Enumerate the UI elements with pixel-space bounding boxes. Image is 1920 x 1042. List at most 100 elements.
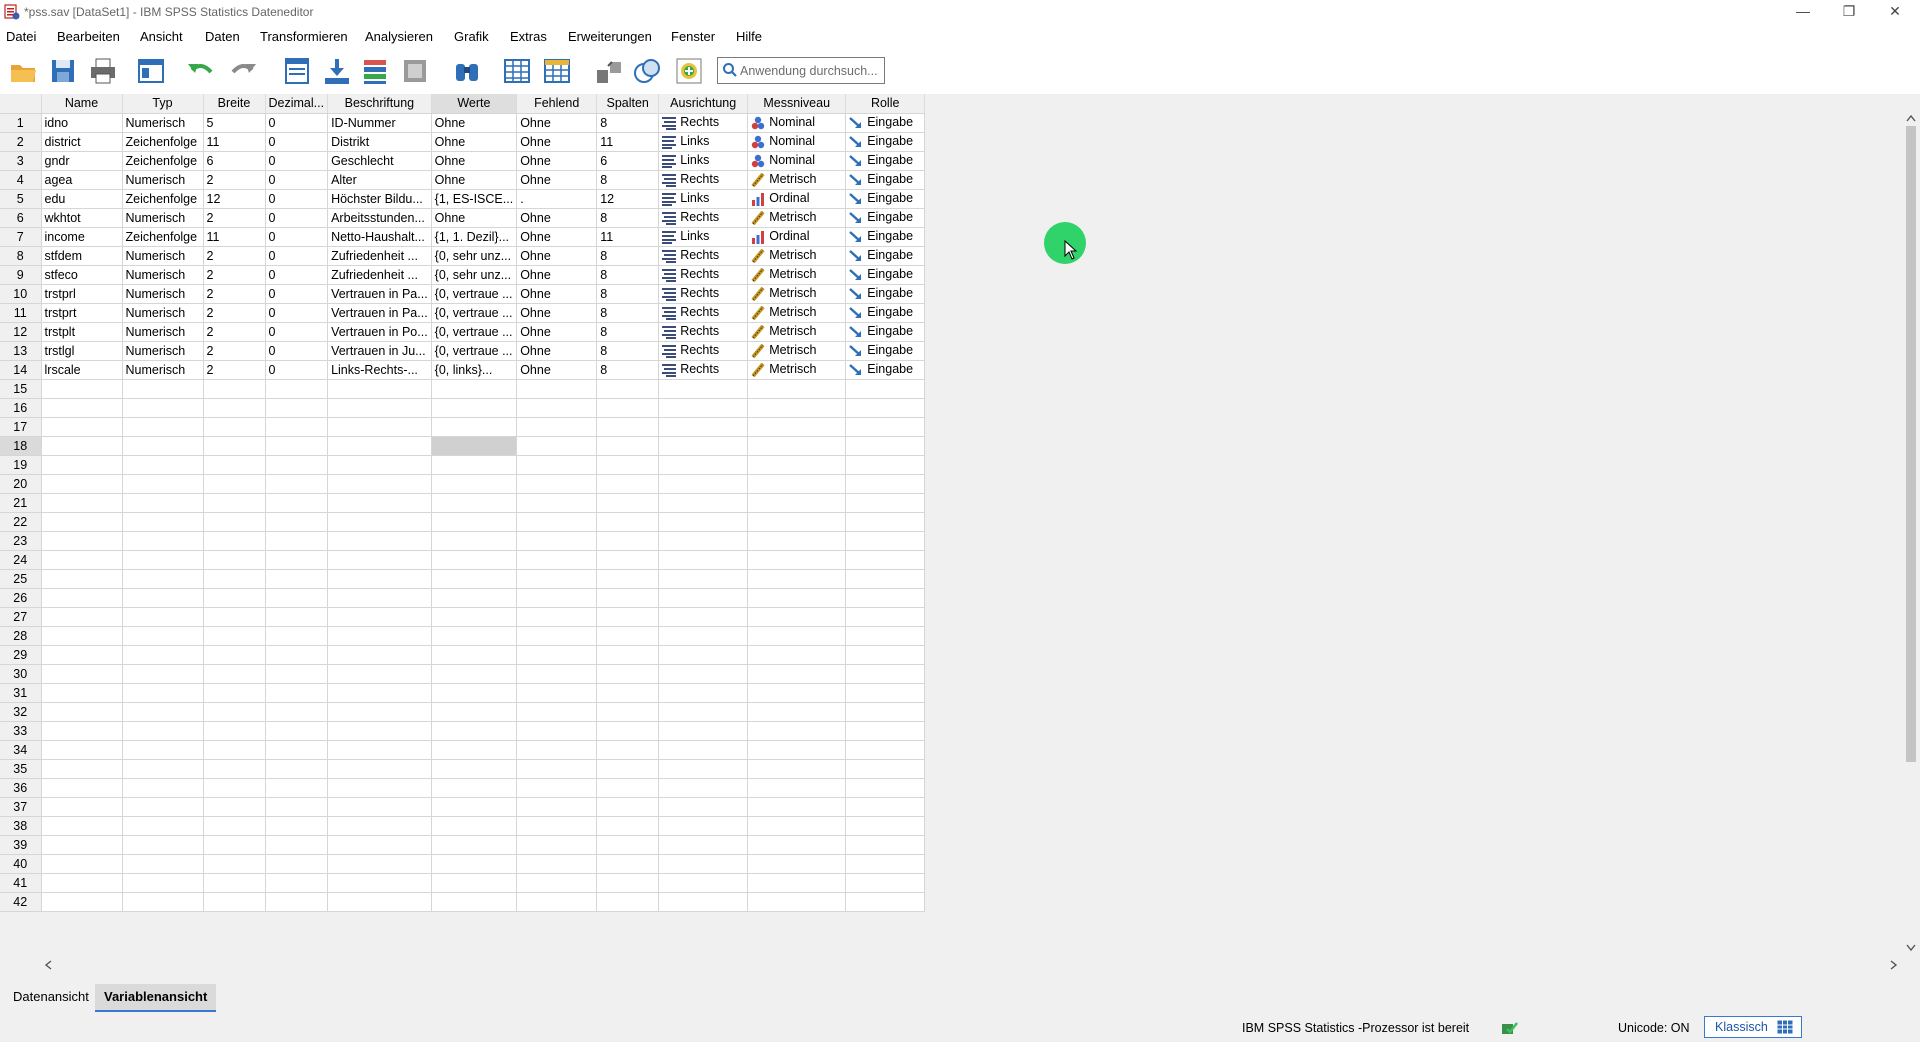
empty-cell[interactable] <box>431 892 518 912</box>
cell-dezimal[interactable]: 0 <box>265 265 329 285</box>
empty-cell[interactable] <box>845 835 926 855</box>
row-number[interactable]: 9 <box>0 265 42 285</box>
cell-beschriftung[interactable]: Vertrauen in Pa... <box>327 303 432 323</box>
empty-cell[interactable] <box>747 683 847 703</box>
row-number[interactable]: 35 <box>0 759 42 779</box>
empty-cell[interactable] <box>122 493 204 513</box>
empty-cell[interactable] <box>516 778 598 798</box>
cell-ausrichtung[interactable]: Links <box>658 227 749 247</box>
row-number[interactable]: 32 <box>0 702 42 722</box>
cell-beschriftung[interactable]: Netto-Haushalt... <box>327 227 432 247</box>
empty-cell[interactable] <box>265 759 329 779</box>
empty-cell[interactable] <box>122 417 204 437</box>
empty-cell[interactable] <box>265 417 329 437</box>
cell-ausrichtung[interactable]: Rechts <box>658 341 749 361</box>
empty-cell[interactable] <box>41 778 123 798</box>
cell-dezimal[interactable]: 0 <box>265 189 329 209</box>
empty-cell[interactable] <box>431 873 518 893</box>
cell-spalten[interactable]: 8 <box>596 303 660 323</box>
row-number[interactable]: 21 <box>0 493 42 513</box>
empty-cell[interactable] <box>265 683 329 703</box>
empty-cell[interactable] <box>431 759 518 779</box>
cell-werte[interactable]: Ohne <box>431 132 518 152</box>
save-icon[interactable] <box>48 56 78 86</box>
cell-rolle[interactable]: Eingabe <box>845 151 926 171</box>
empty-cell[interactable] <box>203 816 266 836</box>
empty-cell[interactable] <box>327 607 432 627</box>
empty-cell[interactable] <box>845 455 926 475</box>
empty-cell[interactable] <box>431 797 518 817</box>
empty-cell[interactable] <box>747 531 847 551</box>
cell-ausrichtung[interactable]: Rechts <box>658 360 749 380</box>
empty-cell[interactable] <box>516 759 598 779</box>
empty-cell[interactable] <box>122 835 204 855</box>
cell-beschriftung[interactable]: Zufriedenheit ... <box>327 246 432 266</box>
empty-cell[interactable] <box>265 740 329 760</box>
insert-variable-icon[interactable] <box>542 56 572 86</box>
empty-cell[interactable] <box>203 702 266 722</box>
cell-spalten[interactable]: 8 <box>596 360 660 380</box>
empty-cell[interactable] <box>122 626 204 646</box>
empty-cell[interactable] <box>596 398 660 418</box>
empty-cell[interactable] <box>596 740 660 760</box>
empty-cell[interactable] <box>658 816 749 836</box>
empty-cell[interactable] <box>516 569 598 589</box>
empty-cell[interactable] <box>747 721 847 741</box>
scroll-right-icon[interactable] <box>1890 960 1898 970</box>
empty-cell[interactable] <box>658 379 749 399</box>
empty-cell[interactable] <box>596 797 660 817</box>
empty-cell[interactable] <box>845 588 926 608</box>
scroll-left-icon[interactable] <box>44 960 52 970</box>
cell-dezimal[interactable]: 0 <box>265 132 329 152</box>
cell-messniveau[interactable]: Nominal <box>747 113 847 133</box>
cell-typ[interactable]: Zeichenfolge <box>122 151 204 171</box>
empty-cell[interactable] <box>327 455 432 475</box>
variables-icon[interactable] <box>360 56 390 86</box>
insert-cases-icon[interactable] <box>502 56 532 86</box>
cell-dezimal[interactable]: 0 <box>265 208 329 228</box>
cell-breite[interactable]: 2 <box>203 246 266 266</box>
cell-name[interactable]: stfeco <box>41 265 123 285</box>
empty-cell[interactable] <box>596 816 660 836</box>
row-number[interactable]: 34 <box>0 740 42 760</box>
empty-cell[interactable] <box>265 531 329 551</box>
empty-cell[interactable] <box>122 398 204 418</box>
empty-cell[interactable] <box>516 816 598 836</box>
empty-cell[interactable] <box>327 550 432 570</box>
empty-cell[interactable] <box>845 721 926 741</box>
empty-cell[interactable] <box>747 455 847 475</box>
empty-cell[interactable] <box>431 398 518 418</box>
variable-view-grid[interactable]: Name Typ Breite Dezimal... Beschriftung … <box>0 94 926 912</box>
cell-breite[interactable]: 12 <box>203 189 266 209</box>
empty-cell[interactable] <box>327 892 432 912</box>
empty-cell[interactable] <box>265 455 329 475</box>
empty-cell[interactable] <box>122 436 204 456</box>
empty-cell[interactable] <box>327 436 432 456</box>
select-cases-icon[interactable] <box>632 56 662 86</box>
minimize-button[interactable]: — <box>1780 0 1826 24</box>
empty-cell[interactable] <box>596 512 660 532</box>
empty-cell[interactable] <box>431 626 518 646</box>
cell-messniveau[interactable]: Nominal <box>747 151 847 171</box>
empty-cell[interactable] <box>41 797 123 817</box>
empty-cell[interactable] <box>327 835 432 855</box>
cell-ausrichtung[interactable]: Rechts <box>658 303 749 323</box>
cell-dezimal[interactable]: 0 <box>265 113 329 133</box>
empty-cell[interactable] <box>747 797 847 817</box>
empty-cell[interactable] <box>596 835 660 855</box>
row-number[interactable]: 3 <box>0 151 42 171</box>
empty-cell[interactable] <box>41 474 123 494</box>
cell-name[interactable]: lrscale <box>41 360 123 380</box>
column-header-name[interactable]: Name <box>41 94 123 114</box>
row-number[interactable]: 26 <box>0 588 42 608</box>
menu-bearbeiten[interactable]: Bearbeiten <box>57 29 120 44</box>
empty-cell[interactable] <box>327 778 432 798</box>
cell-werte[interactable]: {0, links}... <box>431 360 518 380</box>
row-number[interactable]: 23 <box>0 531 42 551</box>
cell-spalten[interactable]: 6 <box>596 151 660 171</box>
cell-rolle[interactable]: Eingabe <box>845 303 926 323</box>
empty-cell[interactable] <box>122 379 204 399</box>
row-number[interactable]: 10 <box>0 284 42 304</box>
add-extension-icon[interactable] <box>674 56 704 86</box>
empty-cell[interactable] <box>122 854 204 874</box>
